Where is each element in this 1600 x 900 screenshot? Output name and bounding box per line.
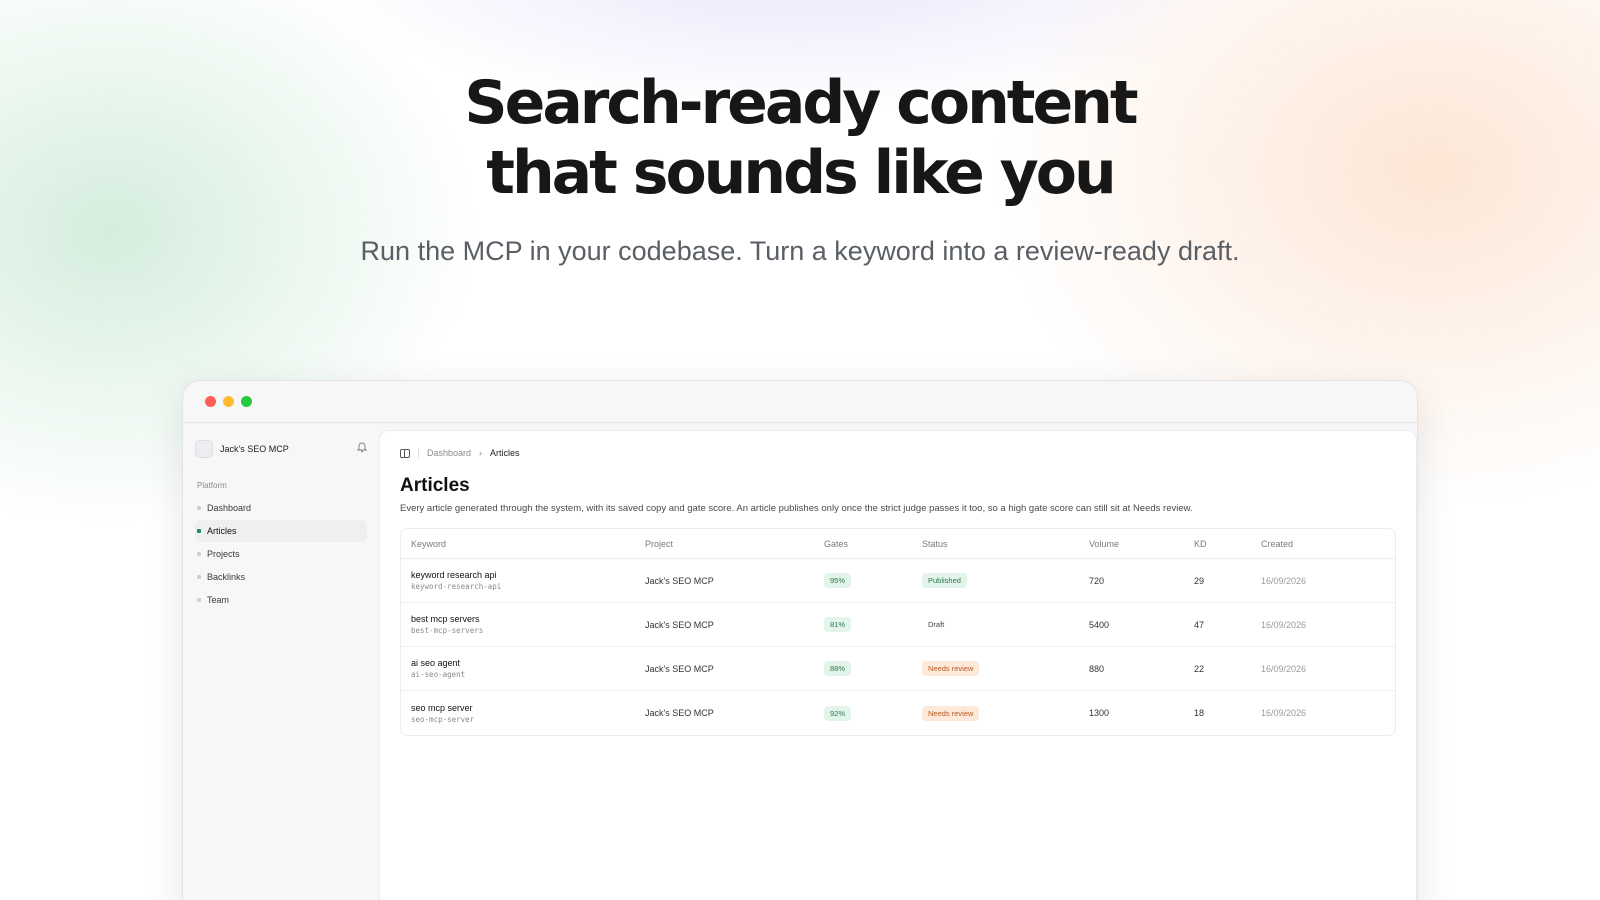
table-row[interactable]: seo mcp server seo-mcp-server Jack's SEO… [401, 691, 1395, 735]
project-cell: Jack's SEO MCP [645, 575, 714, 586]
gate-score-badge: 92% [824, 705, 852, 721]
volume-cell: 5400 [1089, 619, 1110, 630]
table-row[interactable]: keyword research api keyword-research-ap… [401, 559, 1395, 603]
created-cell: 16/09/2026 [1261, 575, 1307, 586]
gate-score-badge: 81% [824, 617, 852, 632]
kd-cell: 18 [1194, 708, 1205, 718]
volume-cell: 1300 [1089, 708, 1110, 718]
breadcrumb-current: Articles [490, 448, 520, 458]
keyword-slug: best-mcp-servers [411, 626, 484, 635]
project-cell: Jack's SEO MCP [645, 619, 714, 630]
sidebar-item-label: Dashboard [207, 503, 252, 513]
app-window: Jack's SEO MCP Platform Dashboard Articl… [182, 380, 1418, 900]
sidebar-item-label: Articles [207, 526, 237, 536]
column-header-status[interactable]: Status [922, 539, 1089, 549]
page-description: Every article generated through the syst… [400, 503, 1193, 514]
keyword-title: ai seo agent [411, 658, 461, 668]
created-cell: 16/09/2026 [1261, 619, 1307, 630]
sidebar-item-label: Projects [207, 549, 240, 559]
divider [418, 448, 419, 458]
window-titlebar [183, 381, 1417, 423]
chevron-right-icon: › [479, 448, 483, 458]
bullet-icon [197, 506, 201, 510]
minimize-window-button[interactable] [223, 396, 234, 407]
column-header-kd[interactable]: KD [1194, 539, 1261, 549]
hero-title-line1: Search-ready content [464, 68, 1138, 138]
column-header-gates[interactable]: Gates [824, 539, 922, 549]
sidebar-item-team[interactable]: Team [195, 589, 367, 611]
keyword-slug: seo-mcp-server [411, 714, 475, 724]
breadcrumb-dashboard[interactable]: Dashboard [427, 448, 471, 458]
keyword-cell: best mcp servers best-mcp-servers [411, 614, 645, 635]
volume-cell: 880 [1089, 663, 1105, 674]
kd-cell: 29 [1194, 575, 1205, 586]
column-header-created[interactable]: Created [1261, 539, 1395, 549]
hero-subtitle: Run the MCP in your codebase. Turn a key… [360, 236, 1240, 266]
workspace-logo [195, 440, 213, 458]
table-row[interactable]: ai seo agent ai-seo-agent Jack's SEO MCP… [401, 647, 1395, 691]
project-cell: Jack's SEO MCP [645, 708, 714, 718]
column-header-volume[interactable]: Volume [1089, 539, 1194, 549]
keyword-title: keyword research api [411, 570, 497, 580]
maximize-window-button[interactable] [241, 396, 252, 407]
keyword-slug: keyword-research-api [411, 582, 502, 591]
keyword-slug: ai-seo-agent [411, 670, 466, 679]
bullet-icon [197, 575, 201, 579]
gate-score-badge: 95% [824, 573, 852, 588]
keyword-cell: keyword research api keyword-research-ap… [411, 570, 645, 591]
hero: Search-ready content that sounds like yo… [0, 68, 1600, 267]
volume-cell: 720 [1089, 575, 1105, 586]
status-badge: Needs review [922, 661, 980, 676]
bell-icon[interactable] [356, 442, 368, 456]
status-badge: Published [922, 573, 967, 588]
sidebar-item-articles[interactable]: Articles [195, 520, 367, 542]
sidebar-toggle-icon[interactable] [400, 448, 410, 458]
sidebar-item-label: Team [207, 595, 230, 605]
gate-score-badge: 88% [824, 661, 852, 676]
bullet-icon [197, 552, 201, 556]
close-window-button[interactable] [205, 396, 216, 407]
sidebar-item-projects[interactable]: Projects [195, 543, 367, 565]
workspace-switcher[interactable]: Jack's SEO MCP [195, 437, 368, 461]
bullet-icon [197, 529, 201, 533]
created-cell: 16/09/2026 [1261, 663, 1307, 674]
keyword-title: seo mcp server [411, 702, 473, 713]
hero-title: Search-ready content that sounds like yo… [0, 68, 1600, 208]
sidebar-nav: Dashboard Articles Projects Backlinks Te… [195, 497, 367, 611]
keyword-cell: ai seo agent ai-seo-agent [411, 658, 645, 679]
kd-cell: 47 [1194, 619, 1205, 630]
column-header-keyword[interactable]: Keyword [411, 539, 645, 549]
sidebar-item-label: Backlinks [207, 572, 246, 582]
hero-title-line2: that sounds like you [486, 138, 1116, 208]
sidebar: Jack's SEO MCP Platform Dashboard Articl… [183, 423, 379, 900]
status-badge: Needs review [922, 705, 980, 721]
main-panel: Dashboard › Articles Articles Every arti… [379, 430, 1417, 900]
created-cell: 16/09/2026 [1261, 708, 1307, 718]
sidebar-item-backlinks[interactable]: Backlinks [195, 566, 367, 588]
table-row[interactable]: best mcp servers best-mcp-servers Jack's… [401, 603, 1395, 647]
kd-cell: 22 [1194, 663, 1205, 674]
sidebar-section-label: Platform [197, 481, 227, 490]
articles-table: Keyword Project Gates Status Volume KD C… [400, 528, 1396, 736]
project-cell: Jack's SEO MCP [645, 663, 714, 674]
breadcrumb: Dashboard › Articles [400, 445, 1396, 461]
workspace-name: Jack's SEO MCP [220, 444, 289, 454]
sidebar-item-dashboard[interactable]: Dashboard [195, 497, 367, 519]
keyword-cell: seo mcp server seo-mcp-server [411, 703, 645, 724]
keyword-title: best mcp servers [411, 614, 480, 624]
status-badge: Draft [928, 620, 945, 629]
bullet-icon [197, 598, 201, 602]
table-header: Keyword Project Gates Status Volume KD C… [401, 529, 1395, 559]
column-header-project[interactable]: Project [645, 539, 824, 549]
page-title: Articles [400, 475, 470, 496]
